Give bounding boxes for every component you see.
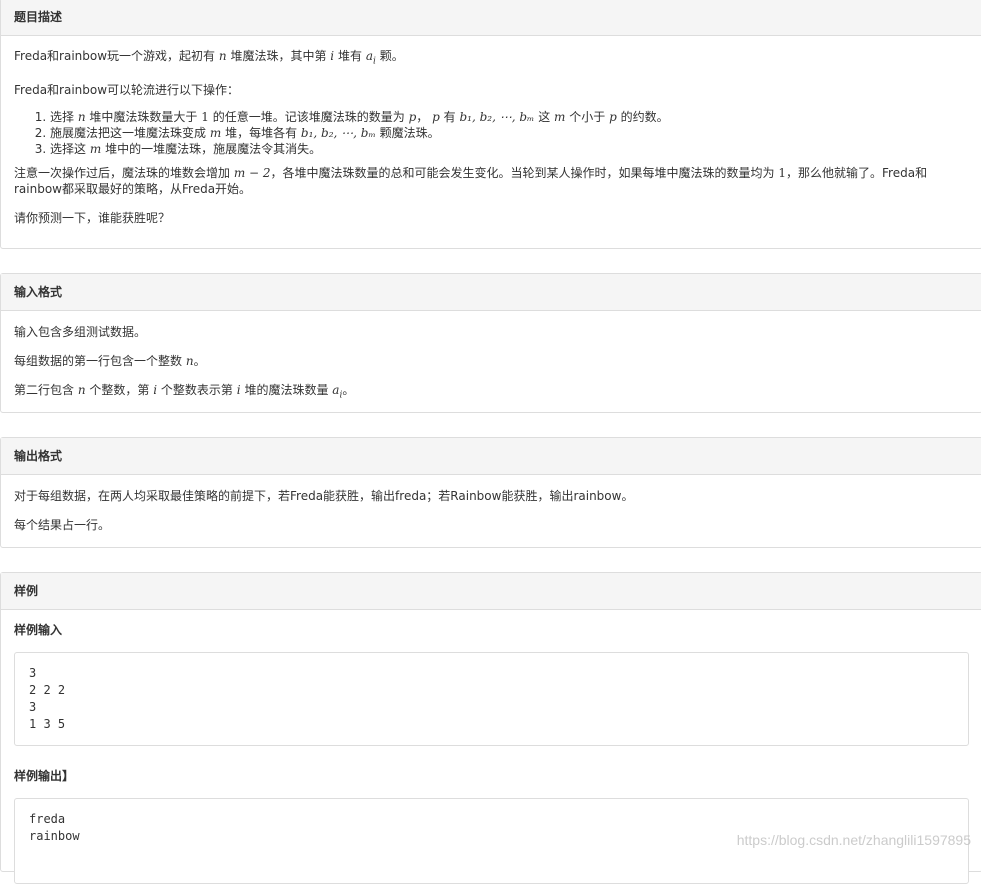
sample-title: 样例	[1, 573, 981, 610]
input-format-panel: 输入格式 输入包含多组测试数据。 每组数据的第一行包含一个整数 n。 第二行包含…	[0, 273, 981, 413]
operation-list: 选择 n 堆中魔法珠数量大于 1 的任意一堆。记该堆魔法珠的数量为 p， p 有…	[14, 109, 969, 157]
output-format-panel: 输出格式 对于每组数据，在两人均采取最佳策略的前提下，若Freda能获胜，输出f…	[0, 437, 981, 548]
description-paragraph-4: 请你预测一下，谁能获胜呢？	[14, 211, 171, 226]
input-line-3: 第二行包含 n 个整数，第 i 个整数表示第 i 堆的魔法珠数量 ai。	[14, 383, 355, 401]
input-line-1: 输入包含多组测试数据。	[14, 325, 147, 339]
operation-step-3: 选择这 m 堆中的一堆魔法珠，施展魔法令其消失。	[50, 141, 969, 157]
output-line-1: 对于每组数据，在两人均采取最佳策略的前提下，若Freda能获胜，输出freda；…	[14, 489, 634, 503]
description-paragraph-1: Freda和rainbow玩一个游戏，起初有 n 堆魔法珠，其中第 i 堆有 a…	[14, 49, 404, 67]
sample-panel: 样例 样例输入 3 2 2 2 3 1 3 5 样例输出】 freda rain…	[0, 572, 981, 884]
watermark-text: https://blog.csdn.net/zhanglili1597895	[736, 832, 971, 848]
description-paragraph-2: Freda和rainbow可以轮流进行以下操作：	[14, 83, 240, 98]
input-format-title: 输入格式	[1, 274, 981, 311]
output-format-title: 输出格式	[1, 438, 981, 475]
sample-output-label: 样例输出】	[14, 769, 75, 783]
operation-step-1: 选择 n 堆中魔法珠数量大于 1 的任意一堆。记该堆魔法珠的数量为 p， p 有…	[50, 109, 969, 125]
input-line-2: 每组数据的第一行包含一个整数 n。	[14, 354, 206, 368]
output-line-2: 每个结果占一行。	[14, 518, 111, 532]
description-title: 题目描述	[1, 0, 981, 36]
description-panel: 题目描述 Freda和rainbow玩一个游戏，起初有 n 堆魔法珠，其中第 i…	[0, 0, 981, 249]
sample-input-label: 样例输入	[14, 623, 63, 637]
description-body: Freda和rainbow玩一个游戏，起初有 n 堆魔法珠，其中第 i 堆有 a…	[1, 36, 981, 228]
operation-step-2: 施展魔法把这一堆魔法珠变成 m 堆，每堆各有 b₁, b₂, ⋯, bₘ 颗魔法…	[50, 125, 969, 141]
sample-input-block[interactable]: 3 2 2 2 3 1 3 5	[14, 652, 969, 746]
